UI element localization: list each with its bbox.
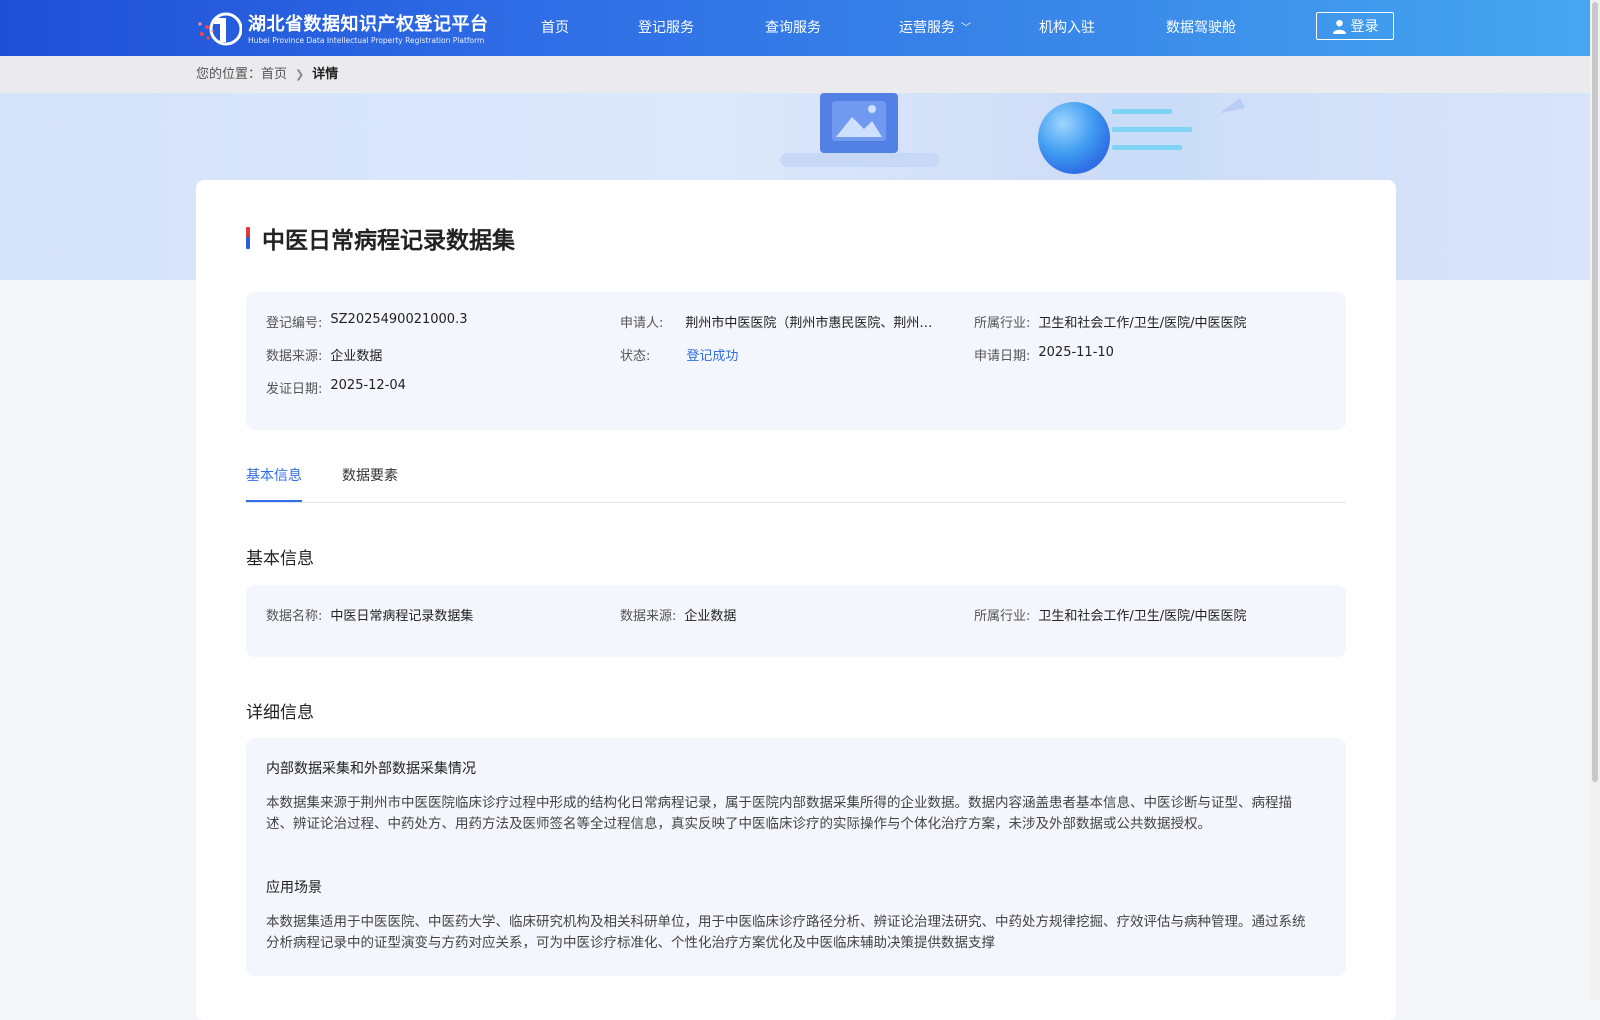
field-label: 数据来源: [266, 349, 323, 364]
field-label: 发证日期: [266, 382, 323, 397]
logo-subtitle: Hubei Province Data Intellectual Propert… [248, 36, 485, 45]
field-value: 企业数据 [684, 609, 737, 624]
basic-info-box: 数据名称: 中医日常病程记录数据集 数据来源: 企业数据 所属行业: 卫生和社会工作/… [246, 585, 1346, 657]
breadcrumb-home[interactable]: 首页 [261, 67, 287, 82]
nav-data-cockpit[interactable]: 数据驾驶舱 [1166, 0, 1236, 56]
user-icon [1332, 19, 1346, 34]
field-apply-date: 申请日期: 2025-11-10 [974, 345, 1334, 364]
login-label: 登录 [1350, 19, 1379, 35]
field-applicant: 申请人: 荆州市中医医院（荆州市惠民医院、荆州… [620, 312, 960, 331]
field-value: 2025-11-10 [1038, 345, 1114, 360]
subsection-text: 本数据集来源于荆州市中医医院临床诊疗过程中形成的结构化日常病程记录，属于医院内部… [266, 795, 1292, 832]
field-value: 荆州市中医医院（荆州市惠民医院、荆州… [685, 316, 933, 331]
field-registration-number: 登记编号: SZ2025490021000.3 [266, 312, 596, 331]
page-title: 中医日常病程记录数据集 [262, 228, 515, 254]
field-label: 状态: [620, 349, 651, 364]
field-label: 登记编号: [266, 316, 323, 331]
field-industry: 所属行业: 卫生和社会工作/卫生/医院/中医医院 [974, 312, 1334, 331]
detail-info-box: 内部数据采集和外部数据采集情况 本数据集来源于荆州市中医医院临床诊疗过程中形成的… [246, 738, 1346, 976]
section-title-detail: 详细信息 [246, 703, 314, 723]
title-row: 中医日常病程记录数据集 [246, 222, 515, 254]
logo-icon [198, 12, 242, 46]
login-button[interactable]: 登录 [1316, 12, 1394, 40]
detail-card: 中医日常病程记录数据集 登记编号: SZ2025490021000.3 申请人: 荆… [196, 180, 1396, 1020]
breadcrumb-current: 详情 [312, 67, 339, 82]
field-data-name: 数据名称: 中医日常病程记录数据集 [266, 605, 596, 624]
top-header: 湖北省数据知识产权登记平台 Hubei Province Data Intell… [0, 0, 1590, 56]
nav-operation-service[interactable]: 运营服务 ﹀ [899, 0, 971, 56]
title-accent-bar [246, 227, 250, 249]
tab-basic-info[interactable]: 基本信息 [246, 460, 302, 502]
field-label: 数据来源: [620, 609, 677, 624]
subsection-heading: 内部数据采集和外部数据采集情况 [266, 761, 476, 777]
chevron-right-icon: ❯ [295, 68, 305, 81]
logo-title: 湖北省数据知识产权登记平台 [248, 14, 489, 35]
field-label: 申请人: [620, 316, 664, 331]
field-value: 卫生和社会工作/卫生/医院/中医医院 [1038, 316, 1247, 331]
page-scrollbar[interactable] [1590, 0, 1600, 1000]
site-logo[interactable]: 湖北省数据知识产权登记平台 Hubei Province Data Intell… [196, 8, 496, 50]
field-status: 状态: 登记成功 [620, 345, 960, 364]
subsection-heading: 应用场景 [266, 880, 322, 896]
breadcrumb-prefix: 您的位置： [196, 67, 262, 82]
field-value: 卫生和社会工作/卫生/医院/中医医院 [1038, 609, 1247, 624]
field-label: 所属行业: [974, 316, 1031, 331]
field-data-source: 数据来源: 企业数据 [266, 345, 596, 364]
field-label: 所属行业: [974, 609, 1031, 624]
chevron-down-icon: ﹀ [961, 23, 971, 34]
nav-register-service[interactable]: 登记服务 [638, 0, 694, 56]
breadcrumb-bar: 您的位置：首页 ❯ 详情 [0, 56, 1590, 93]
status-badge: 登记成功 [686, 349, 739, 364]
nav-operation-label: 运营服务 [899, 20, 955, 36]
field-label: 数据名称: [266, 609, 323, 624]
nav-home[interactable]: 首页 [541, 0, 569, 56]
subsection-text: 本数据集适用于中医医院、中医药大学、临床研究机构及相关科研单位，用于中医临床诊疗… [266, 914, 1306, 951]
field-data-source: 数据来源: 企业数据 [620, 605, 960, 624]
field-value: 中医日常病程记录数据集 [330, 609, 474, 624]
nav-query-service[interactable]: 查询服务 [765, 0, 821, 56]
section-title-basic: 基本信息 [246, 549, 314, 569]
field-value: SZ2025490021000.3 [330, 312, 468, 327]
detail-tabs: 基本信息 数据要素 [246, 460, 1346, 503]
registration-summary: 登记编号: SZ2025490021000.3 申请人: 荆州市中医医院（荆州市惠民… [246, 292, 1346, 430]
nav-institution-join[interactable]: 机构入驻 [1039, 0, 1095, 56]
field-label: 申请日期: [974, 349, 1031, 364]
field-value: 企业数据 [330, 349, 383, 364]
scrollbar-thumb[interactable] [1592, 2, 1598, 782]
field-industry: 所属行业: 卫生和社会工作/卫生/医院/中医医院 [974, 605, 1334, 624]
field-value: 2025-12-04 [330, 378, 406, 393]
field-issue-date: 发证日期: 2025-12-04 [266, 378, 596, 397]
tab-data-elements[interactable]: 数据要素 [342, 460, 398, 500]
breadcrumb: 您的位置：首页 ❯ 详情 [196, 56, 338, 93]
